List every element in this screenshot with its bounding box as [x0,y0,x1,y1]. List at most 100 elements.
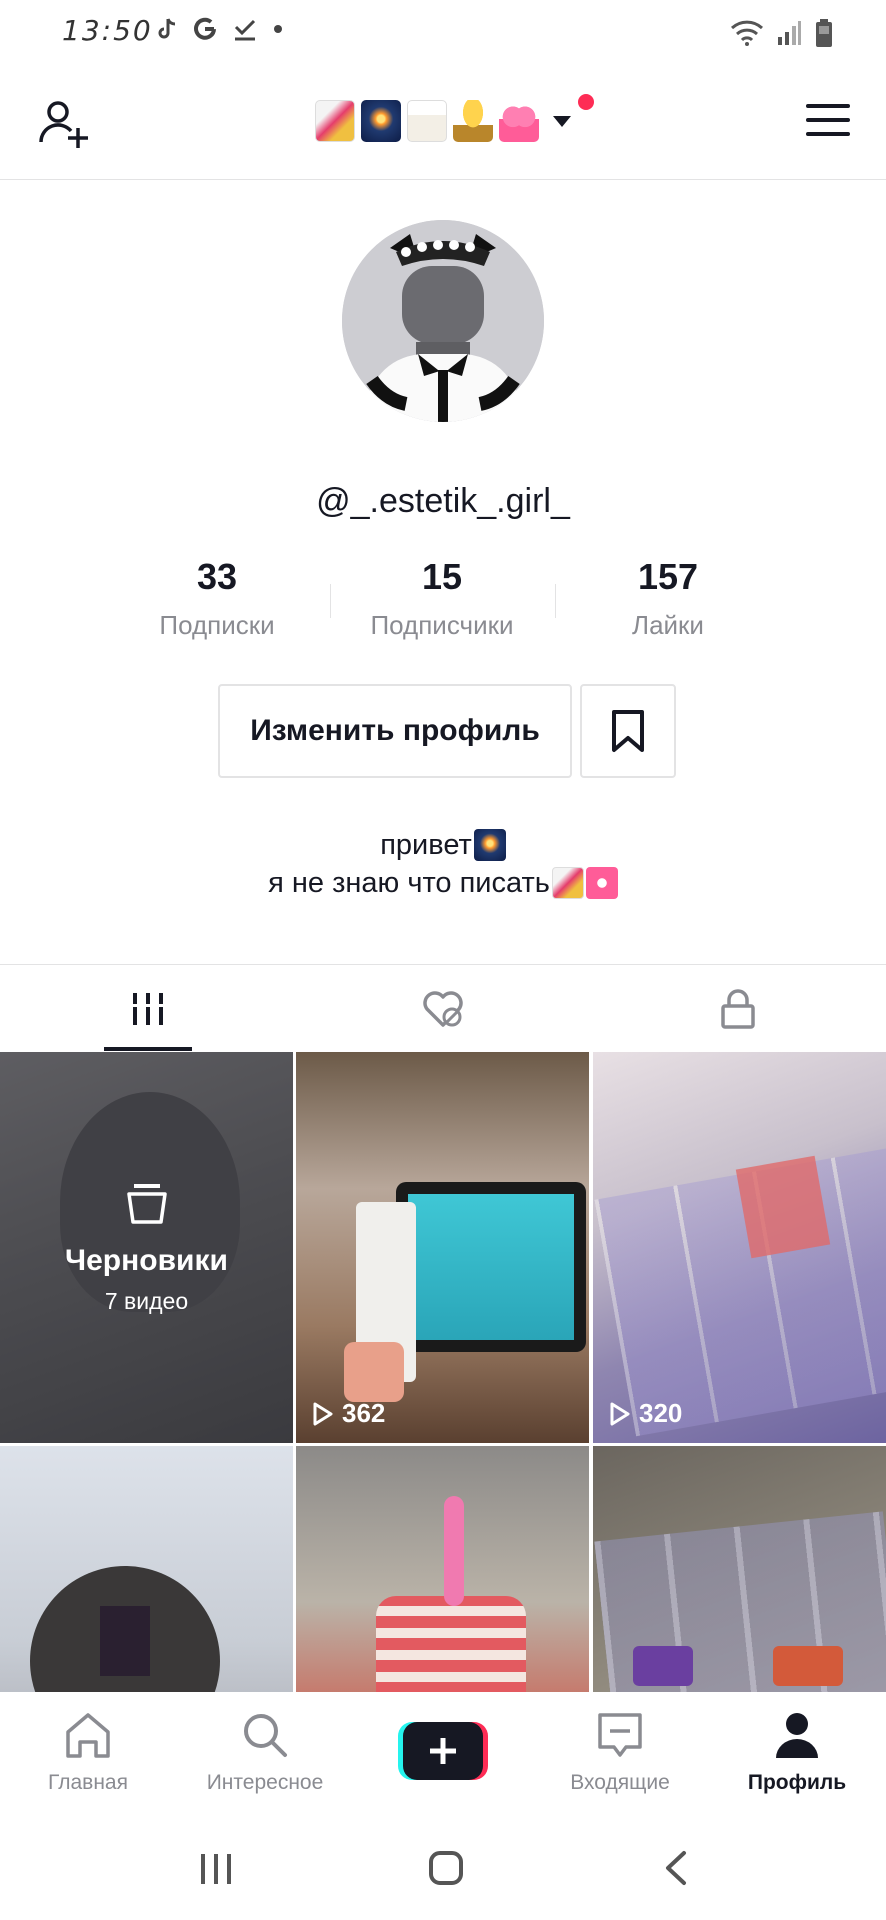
joker-card-emoji [315,100,355,142]
status-system [730,18,834,48]
profile-stats: 33 Подписки 15 Подписчики 157 Лайки [0,556,886,646]
video-thumbnail[interactable] [593,1446,886,1692]
tab-private[interactable] [590,965,885,1053]
joker-card-emoji [551,867,584,899]
notification-dot [578,94,594,110]
following-count: 33 [196,556,238,597]
video-thumbnail[interactable]: 320 [593,1052,886,1443]
thumbnail-shape [444,1496,464,1606]
gift-heart-emoji [499,100,539,142]
view-count-text: 362 [342,1398,386,1428]
bio-line-1: привет [0,826,886,864]
likes-label: Лайки [632,610,704,640]
hidden-heart-icon [422,991,463,1027]
tab-videos[interactable] [0,965,295,1053]
followers-count: 15 [421,556,463,597]
thumbnail-shape [100,1606,150,1676]
followers-stat[interactable]: 15 Подписчики [332,556,552,641]
wifi-icon [730,20,764,46]
play-icon [610,1402,630,1425]
video-thumbnail[interactable] [0,1446,293,1692]
fireworks-emoji [473,829,506,861]
avatar[interactable] [342,220,544,422]
following-label: Подписки [159,610,275,640]
bio-text-1: привет [380,829,472,861]
nav-home-label: Главная [48,1771,128,1794]
profile-icon [776,1713,818,1758]
favorites-button[interactable] [580,684,676,778]
trophy-emoji [453,100,493,142]
profile-tabs [0,964,886,1052]
video-thumbnail[interactable]: 362 [296,1052,589,1443]
thumbnail-shape [376,1596,526,1692]
google-icon [194,17,216,40]
bio-text-2: я не знаю что писать [268,867,550,899]
battery-icon [816,19,832,47]
status-notifications [156,16,284,42]
signal-icon [778,21,801,45]
create-icon [398,1722,488,1780]
hamburger-icon [806,104,850,108]
drafts-icon [126,1184,167,1224]
fireworks-emoji [361,100,401,142]
nav-discover-label: Интересное [206,1771,324,1794]
active-tab-indicator [104,1047,192,1051]
bookmark-icon [612,710,644,752]
stat-divider [555,584,556,618]
home-system-icon[interactable] [428,1850,464,1886]
play-icon [313,1402,333,1425]
nav-inbox-label: Входящие [570,1771,670,1794]
chevron-down-icon [553,115,571,127]
bottom-navigation: Главная Интересное Входящие Профиль [0,1692,886,1818]
video-grid: Черновики 7 видео 362 320 [0,1052,886,1692]
nav-home[interactable]: Главная [8,1710,168,1795]
avatar-image [342,220,544,422]
thumbnail-shape [408,1194,574,1340]
username: @_.estetik_.girl_ [316,482,570,520]
nav-profile[interactable]: Профиль [717,1710,877,1795]
create-button[interactable] [398,1722,488,1780]
back-icon[interactable] [662,1850,690,1886]
likes-count: 157 [637,556,699,597]
check-download-icon [234,19,256,41]
home-icon [66,1713,110,1758]
menu-button[interactable] [806,104,850,140]
thumbnail-shape [344,1342,404,1402]
drafts-overlay: Черновики 7 видео [0,1052,293,1443]
thumbnail-shape [633,1646,693,1686]
video-thumbnail[interactable] [296,1446,589,1692]
grid-icon [132,993,163,1025]
edit-profile-button[interactable]: Изменить профиль [218,684,572,778]
following-stat[interactable]: 33 Подписки [107,556,327,641]
status-time: 13:50 [62,14,153,47]
bio-line-2: я не знаю что писать [0,864,886,902]
takeout-box-emoji [407,100,447,142]
dot-icon [274,25,282,33]
nav-discover[interactable]: Интересное [185,1710,345,1795]
nav-inbox[interactable]: Входящие [540,1710,700,1795]
view-count: 362 [312,1398,385,1429]
tab-liked[interactable] [295,965,590,1053]
followers-label: Подписчики [370,610,514,640]
drafts-count: 7 видео [104,1288,189,1314]
drafts-tile[interactable]: Черновики 7 видео [0,1052,293,1443]
account-switcher[interactable] [0,100,886,142]
stat-divider [330,584,331,618]
system-navigation-bar [0,1818,886,1920]
likes-stat[interactable]: 157 Лайки [558,556,778,641]
view-count-text: 320 [639,1398,683,1428]
thumbnail-shape [773,1646,843,1686]
tiktok-icon [158,18,176,39]
nav-profile-label: Профиль [747,1771,847,1794]
lock-icon [720,989,755,1029]
view-count: 320 [609,1398,682,1429]
recent-apps-icon[interactable] [198,1852,234,1886]
inbox-icon [598,1713,642,1757]
profile-header [0,66,886,180]
status-bar: 13:50 [0,0,886,66]
drafts-title: Черновики [65,1244,228,1277]
bio: привет я не знаю что писать [0,826,886,902]
heart-ribbon-emoji [585,867,618,899]
thumbnail-shape [735,1155,831,1259]
search-icon [244,1714,287,1757]
